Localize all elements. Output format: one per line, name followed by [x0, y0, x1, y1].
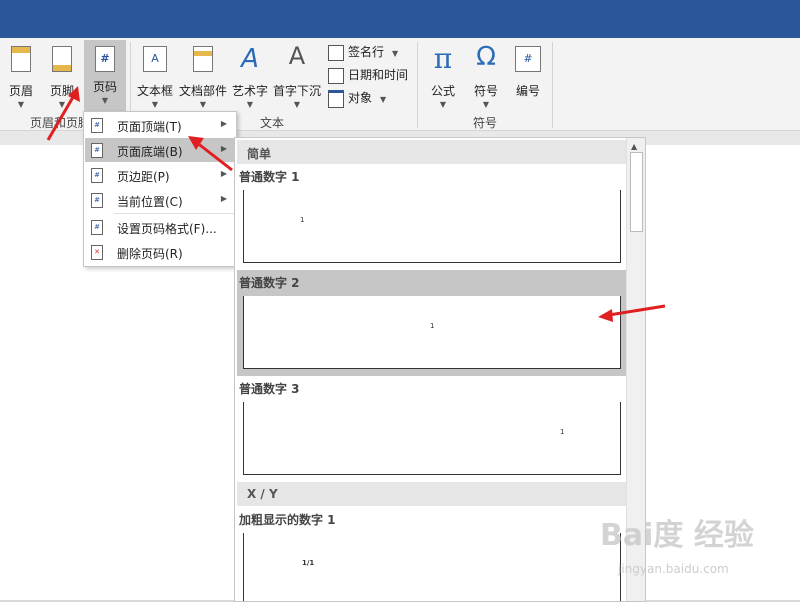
- arrow-head: [598, 309, 613, 322]
- header-button[interactable]: 页眉 ▼: [2, 42, 40, 112]
- doc-parts-label: 文档部件: [178, 84, 227, 98]
- dropcap-button[interactable]: A 首字下沉 ▼: [272, 42, 322, 112]
- gallery-item-title: 普通数字 1: [239, 170, 300, 184]
- page-number-icon: #: [95, 46, 115, 72]
- title-bar: [0, 0, 800, 38]
- textbox-label: 文本框: [136, 84, 173, 98]
- wordart-button[interactable]: A 艺术字 ▼: [230, 42, 270, 112]
- preview-page-number: 1/1: [302, 559, 315, 567]
- gallery-item-bold-number-1[interactable]: 1/1: [243, 533, 621, 601]
- gallery-section-xy: X / Y: [237, 482, 626, 506]
- header-icon: [11, 46, 31, 72]
- numbering-button[interactable]: # 编号: [508, 42, 548, 112]
- menu-item-remove-page-numbers[interactable]: ✕ 删除页码(R): [85, 240, 235, 264]
- formula-button[interactable]: π 公式 ▼: [422, 42, 464, 112]
- object-icon: [328, 89, 344, 108]
- chevron-down-icon: ▼: [101, 96, 109, 105]
- page-icon: #: [91, 193, 103, 208]
- omega-icon: Ω: [476, 42, 496, 72]
- chevron-down-icon: ▼: [246, 100, 254, 109]
- page-number-label: 页码: [92, 80, 117, 94]
- chevron-right-icon: ▶: [220, 194, 227, 203]
- menu-separator: [114, 213, 234, 214]
- page-icon: #: [91, 118, 103, 133]
- object-button[interactable]: 对象 ▼: [328, 89, 386, 109]
- gallery-item-title: 普通数字 3: [239, 382, 300, 396]
- header-label: 页眉: [8, 84, 33, 98]
- page-number-gallery: 简单 普通数字 1 1 普通数字 2 1 普通数字 3 1 X / Y 加粗显示…: [234, 137, 646, 602]
- numbering-label: 编号: [515, 84, 540, 98]
- menu-item-label: 页面底端(B): [117, 145, 183, 159]
- signature-label: 签名行: [348, 45, 385, 59]
- scroll-thumb[interactable]: [630, 152, 643, 232]
- menu-item-label: 设置页码格式(F)...: [117, 222, 217, 236]
- doc-parts-button[interactable]: 文档部件 ▼: [178, 42, 228, 112]
- wordart-icon: A: [241, 44, 259, 74]
- wordart-label: 艺术字: [231, 84, 268, 98]
- group-label-symbols: 符号: [473, 116, 498, 130]
- section-label: 简单: [247, 147, 272, 161]
- chevron-down-icon: ▼: [439, 100, 447, 109]
- chevron-down-icon: ▼: [199, 100, 207, 109]
- signature-icon: [328, 44, 344, 61]
- menu-item-current-position[interactable]: # 当前位置(C) ▶: [85, 188, 235, 212]
- page-icon: #: [91, 143, 103, 158]
- page-icon: #: [91, 168, 103, 183]
- gallery-item-plain-number-3[interactable]: 1: [243, 402, 621, 475]
- menu-item-label: 当前位置(C): [117, 195, 183, 209]
- chevron-right-icon: ▶: [220, 119, 227, 128]
- group-separator: [552, 42, 553, 128]
- object-label: 对象: [348, 91, 373, 105]
- group-label-text: 文本: [260, 116, 285, 130]
- chevron-down-icon: ▼: [380, 95, 387, 104]
- watermark: Bai度 经验: [600, 518, 754, 553]
- section-label: X / Y: [247, 487, 278, 501]
- formula-label: 公式: [430, 84, 455, 98]
- red-arrow-annotation: [598, 304, 666, 322]
- format-page-icon: #: [91, 220, 103, 235]
- arrow-head: [68, 86, 80, 102]
- chevron-down-icon: ▼: [17, 100, 25, 109]
- red-arrow-annotation: [188, 136, 233, 172]
- signature-line-button[interactable]: 签名行 ▼: [328, 43, 398, 63]
- group-separator: [417, 42, 418, 128]
- chevron-down-icon: ▼: [392, 49, 399, 58]
- numbering-icon: #: [515, 46, 541, 72]
- arrow-shaft: [195, 140, 233, 172]
- textbox-icon: A: [143, 46, 167, 72]
- dropcap-icon: A: [288, 42, 306, 70]
- preview-page-number: 1: [430, 322, 435, 330]
- menu-item-format-page-numbers[interactable]: # 设置页码格式(F)...: [85, 215, 235, 239]
- preview-page-number: 1: [300, 216, 305, 224]
- menu-item-label: 页边距(P): [117, 170, 170, 184]
- textbox-button[interactable]: A 文本框 ▼: [134, 42, 176, 112]
- chevron-down-icon: ▼: [151, 100, 159, 109]
- gallery-item-plain-number-1[interactable]: 1: [243, 190, 621, 263]
- gallery-item-plain-number-2[interactable]: 1: [243, 296, 621, 369]
- footer-icon: [52, 46, 72, 72]
- symbol-button[interactable]: Ω 符号 ▼: [466, 42, 506, 112]
- red-arrow-annotation: [46, 86, 80, 141]
- gallery-item-title: 普通数字 2: [239, 276, 300, 290]
- pi-icon: π: [433, 42, 453, 75]
- watermark-url: jingyan.baidu.com: [618, 562, 729, 576]
- gallery-section-simple: 简单: [237, 140, 626, 164]
- preview-page-number: 1: [560, 428, 565, 436]
- date-time-label: 日期和时间: [348, 68, 409, 82]
- date-time-button[interactable]: 日期和时间: [328, 66, 408, 86]
- chevron-down-icon: ▼: [482, 100, 490, 109]
- page-number-button[interactable]: # 页码 ▼: [84, 40, 126, 114]
- calendar-icon: [328, 67, 344, 84]
- menu-item-label: 删除页码(R): [117, 247, 183, 261]
- gallery-item-title: 加粗显示的数字 1: [239, 513, 336, 527]
- doc-parts-icon: [193, 46, 213, 72]
- arrow-shaft: [46, 91, 78, 141]
- dropcap-label: 首字下沉: [272, 84, 321, 98]
- menu-item-label: 页面顶端(T): [117, 120, 182, 134]
- delete-icon: ✕: [91, 245, 103, 260]
- arrow-shaft: [608, 304, 666, 317]
- scroll-up-icon[interactable]: ▲: [631, 142, 637, 151]
- chevron-down-icon: ▼: [293, 100, 301, 109]
- symbol-label: 符号: [473, 84, 498, 98]
